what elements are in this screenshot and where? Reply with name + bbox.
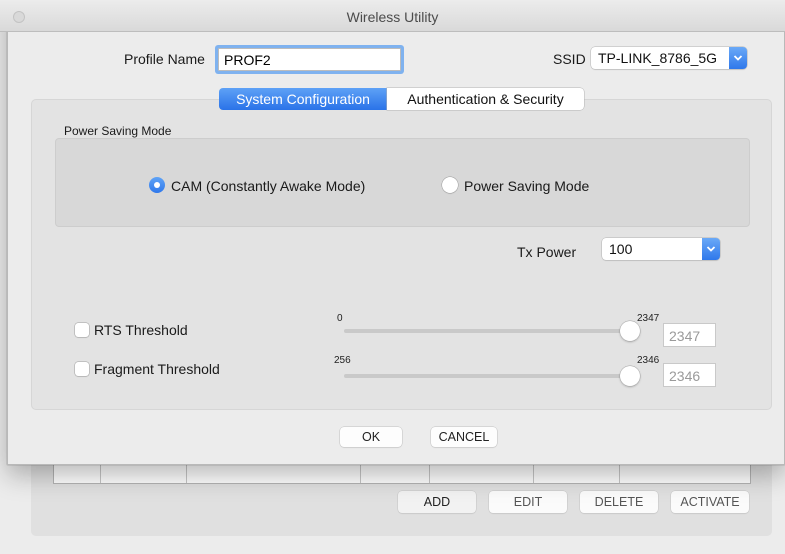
table-column-divider [429, 462, 430, 483]
tab-system-configuration[interactable]: System Configuration [219, 88, 387, 110]
rts-threshold-label: RTS Threshold [94, 322, 188, 338]
fragment-slider-knob[interactable] [620, 366, 640, 386]
table-column-divider [360, 462, 361, 483]
tx-power-value: 100 [609, 241, 633, 257]
rts-slider-knob[interactable] [620, 321, 640, 341]
rts-max-label: 2347 [637, 313, 660, 324]
chevron-down-icon [729, 47, 747, 69]
power-saving-option-label[interactable]: Power Saving Mode [464, 178, 589, 194]
ssid-dropdown[interactable]: TP-LINK_8786_5G [591, 47, 747, 69]
activate-button[interactable]: ACTIVATE [671, 491, 749, 513]
window-title: Wireless Utility [346, 9, 439, 25]
fragment-threshold-checkbox[interactable] [75, 362, 89, 376]
cam-option-label[interactable]: CAM (Constantly Awake Mode) [171, 178, 365, 194]
ssid-value: TP-LINK_8786_5G [598, 50, 718, 66]
power-saving-radio[interactable] [442, 177, 458, 193]
table-column-divider [619, 462, 620, 483]
cam-radio[interactable] [149, 177, 165, 193]
profile-name-input[interactable] [218, 48, 401, 71]
profile-name-label: Profile Name [124, 51, 205, 67]
title-bar[interactable]: Wireless Utility [0, 0, 785, 32]
fragment-threshold-label: Fragment Threshold [94, 361, 220, 377]
delete-button[interactable]: DELETE [580, 491, 658, 513]
fragment-min-label: 256 [334, 355, 351, 366]
fragment-max-label: 2346 [637, 355, 660, 366]
ssid-label: SSID [553, 51, 586, 67]
rts-threshold-checkbox[interactable] [75, 323, 89, 337]
rts-threshold-field[interactable]: 2347 [663, 323, 716, 347]
ok-button[interactable]: OK [340, 427, 402, 447]
profile-table[interactable] [53, 462, 751, 484]
add-button[interactable]: ADD [398, 491, 476, 513]
power-saving-group-label: Power Saving Mode [64, 124, 172, 138]
tx-power-label: Tx Power [517, 244, 577, 260]
fragment-slider-track[interactable] [344, 374, 632, 378]
rts-min-label: 0 [337, 313, 343, 324]
tx-power-dropdown[interactable]: 100 [602, 238, 720, 260]
table-column-divider [533, 462, 534, 483]
rts-slider-track[interactable] [344, 329, 632, 333]
cancel-button[interactable]: CANCEL [431, 427, 497, 447]
edit-button[interactable]: EDIT [489, 491, 567, 513]
chevron-down-icon [702, 238, 720, 260]
tab-authentication-security[interactable]: Authentication & Security [387, 88, 584, 110]
table-column-divider [100, 462, 101, 483]
table-column-divider [186, 462, 187, 483]
fragment-threshold-field[interactable]: 2346 [663, 363, 716, 387]
